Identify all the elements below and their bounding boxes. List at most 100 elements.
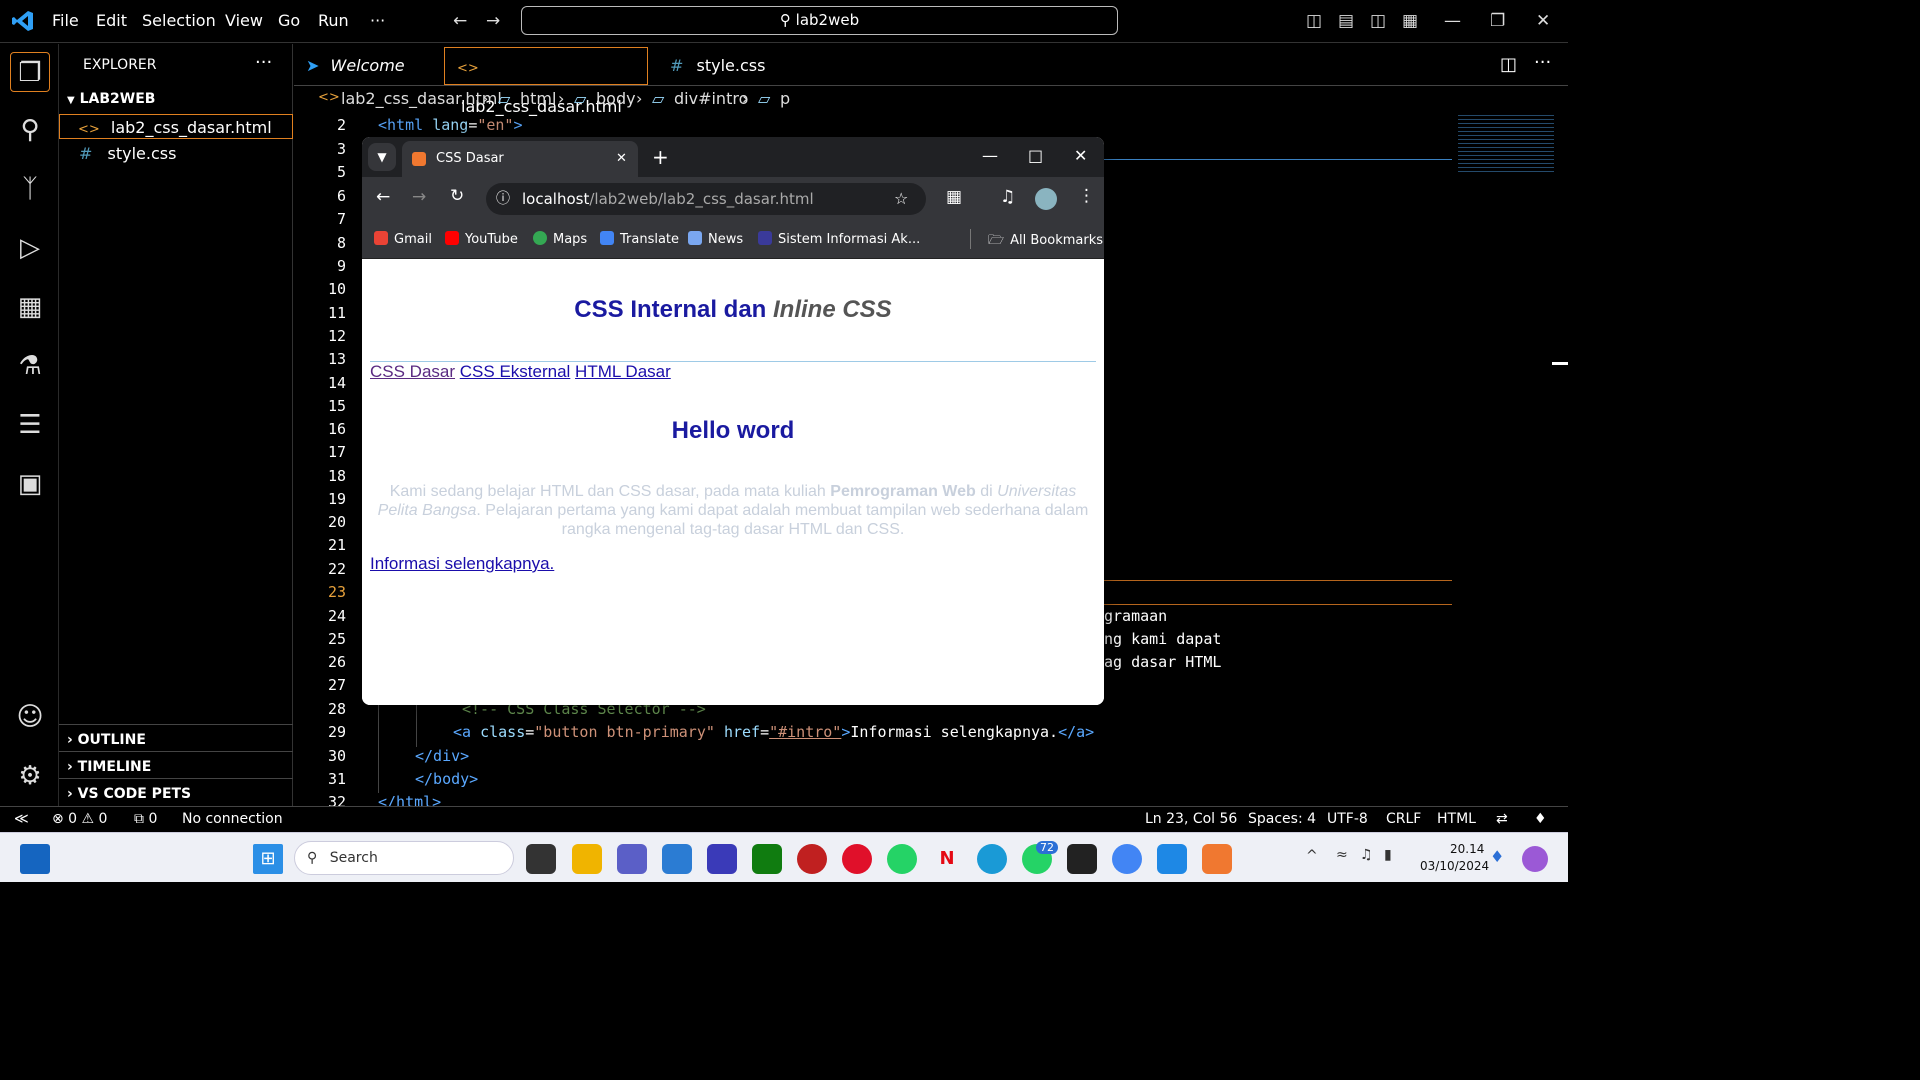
outline-section[interactable]: › OUTLINE xyxy=(59,724,293,751)
battery-icon[interactable]: ▮ xyxy=(1384,847,1392,863)
menu-go[interactable]: Go xyxy=(278,11,300,30)
address-bar[interactable]: ⓘ localhost/lab2web/lab2_css_dasar.html … xyxy=(486,183,926,215)
restore-icon[interactable]: ❐ xyxy=(1490,11,1505,31)
taskbar-search[interactable]: ⚲ Search xyxy=(294,841,514,875)
maximize-icon[interactable]: □ xyxy=(1028,146,1043,165)
toggle-sidebar-icon[interactable]: ◫ xyxy=(1306,11,1322,31)
menu-more[interactable]: ··· xyxy=(370,11,385,30)
vscode-icon[interactable] xyxy=(1157,844,1187,874)
bookmark-star-icon[interactable]: ☆ xyxy=(894,183,908,215)
close-icon[interactable]: ✕ xyxy=(1074,146,1087,165)
breadcrumb-file[interactable]: lab2_css_dasar.html xyxy=(341,89,502,108)
netflix-icon[interactable]: N xyxy=(932,844,962,874)
file-explorer-icon[interactable] xyxy=(572,844,602,874)
bookmark-gmail[interactable]: Gmail xyxy=(374,231,432,247)
edge-icon[interactable] xyxy=(977,844,1007,874)
copilot-icon[interactable] xyxy=(1522,846,1548,872)
customize-layout-icon[interactable]: ▦ xyxy=(1402,11,1418,31)
site-info-icon[interactable]: ⓘ xyxy=(496,183,510,215)
bookmark-all[interactable]: 🗁 All Bookmarks xyxy=(988,231,1103,253)
extensions-icon[interactable]: ▦ xyxy=(10,287,50,327)
breadcrumb-div[interactable]: div#intro xyxy=(674,89,748,108)
tab-search-icon[interactable]: ▼ xyxy=(368,143,396,171)
timeline-section[interactable]: › TIMELINE xyxy=(59,751,293,778)
clock-time[interactable]: 20.14 xyxy=(1450,842,1484,856)
ladybug-icon[interactable] xyxy=(797,844,827,874)
media-control-icon[interactable]: ♫ xyxy=(1000,187,1015,207)
extensions-icon[interactable]: ▦ xyxy=(946,187,962,207)
scrollbar[interactable] xyxy=(1552,362,1568,365)
task-view-icon[interactable] xyxy=(526,844,556,874)
opera-icon[interactable] xyxy=(842,844,872,874)
volume-icon[interactable]: ♫ xyxy=(1360,847,1373,863)
source-control-icon[interactable]: ᛉ xyxy=(10,169,50,209)
sync-icon[interactable]: ⇄ xyxy=(1496,811,1508,827)
notifications-icon[interactable]: ♦ xyxy=(1534,811,1547,827)
close-icon[interactable]: ✕ xyxy=(1536,11,1550,31)
back-arrow-icon[interactable]: ← xyxy=(376,187,390,207)
forward-arrow-icon[interactable]: → xyxy=(412,187,426,207)
cursor-position[interactable]: Ln 23, Col 56 xyxy=(1145,811,1237,827)
account-icon[interactable]: ☺ xyxy=(10,697,50,737)
connection-status[interactable]: No connection xyxy=(182,811,283,827)
forward-arrow-icon[interactable]: → xyxy=(486,11,500,31)
bookmark-translate[interactable]: Translate xyxy=(600,231,679,247)
reload-icon[interactable]: ↻ xyxy=(450,186,464,206)
toggle-secondary-sidebar-icon[interactable]: ◫ xyxy=(1370,11,1386,31)
file-row-css[interactable]: # style.css xyxy=(59,144,293,163)
tab-lab2-html[interactable]: <> lab2_css_dasar.html ✕ xyxy=(444,47,648,154)
search-icon[interactable]: ⚲ xyxy=(10,110,50,150)
xbox-icon[interactable] xyxy=(752,844,782,874)
close-icon[interactable]: ✕ xyxy=(616,141,627,177)
nav-link-css-eksternal[interactable]: CSS Eksternal xyxy=(460,362,571,381)
store-icon[interactable] xyxy=(662,844,692,874)
minimap[interactable] xyxy=(1458,112,1554,172)
language-mode[interactable]: HTML xyxy=(1437,811,1476,827)
indentation[interactable]: Spaces: 4 xyxy=(1248,811,1316,827)
problems-indicator[interactable]: ⊗ 0 ⚠ 0 xyxy=(52,811,107,827)
minimize-icon[interactable]: — xyxy=(1444,11,1461,31)
testing-icon[interactable]: ⚗ xyxy=(10,346,50,386)
explorer-icon[interactable]: ❐ xyxy=(10,52,50,92)
folder-row[interactable]: ▼ LAB2WEB xyxy=(59,91,293,107)
avatar[interactable] xyxy=(1035,188,1057,210)
bookmark-maps[interactable]: Maps xyxy=(533,231,587,247)
tab-style-css[interactable]: # style.css xyxy=(658,47,798,85)
menu-file[interactable]: File xyxy=(52,11,79,30)
split-editor-icon[interactable]: ◫ xyxy=(1500,54,1517,75)
figma-icon[interactable] xyxy=(1067,844,1097,874)
file-row-html[interactable]: <> lab2_css_dasar.html xyxy=(59,114,293,139)
menu-edit[interactable]: Edit xyxy=(96,11,127,30)
windows-start-icon[interactable]: ⊞ xyxy=(253,844,283,874)
command-center[interactable]: ⚲ lab2web xyxy=(521,6,1118,35)
whatsapp-business-icon[interactable] xyxy=(887,844,917,874)
minimize-icon[interactable]: — xyxy=(982,146,998,165)
more-actions-icon[interactable]: ··· xyxy=(255,52,272,73)
run-debug-icon[interactable]: ▷ xyxy=(10,228,50,268)
more-info-link[interactable]: Informasi selengkapnya. xyxy=(370,554,554,574)
bookmark-news[interactable]: News xyxy=(688,231,743,247)
nav-link-css-dasar[interactable]: CSS Dasar xyxy=(370,362,455,381)
teams-icon[interactable] xyxy=(617,844,647,874)
breadcrumb-body[interactable]: body xyxy=(596,89,636,108)
more-actions-icon[interactable]: ··· xyxy=(1534,52,1551,73)
breadcrumb-p[interactable]: p xyxy=(780,89,790,108)
chevron-up-icon[interactable]: ^ xyxy=(1306,848,1318,864)
bookmark-sistem-informasi[interactable]: Sistem Informasi Ak... xyxy=(758,231,920,247)
mysql-workbench-icon[interactable] xyxy=(707,844,737,874)
line-ending[interactable]: CRLF xyxy=(1386,811,1421,827)
bookmark-youtube[interactable]: YouTube xyxy=(445,231,518,247)
menu-view[interactable]: View xyxy=(225,11,263,30)
xampp-icon[interactable] xyxy=(1202,844,1232,874)
remote-icon[interactable]: ≪ xyxy=(14,811,29,827)
back-arrow-icon[interactable]: ← xyxy=(453,11,467,31)
notifications-icon[interactable]: ♦ xyxy=(1490,847,1504,866)
wifi-icon[interactable]: ≈ xyxy=(1336,847,1348,863)
chrome-icon[interactable] xyxy=(1112,844,1142,874)
browser-tab[interactable]: CSS Dasar ✕ xyxy=(402,141,638,177)
widgets-icon[interactable] xyxy=(20,844,50,874)
layers-icon[interactable]: ☰ xyxy=(10,405,50,445)
ports-indicator[interactable]: ⧉ 0 xyxy=(134,811,157,827)
tab-welcome[interactable]: ➤ Welcome xyxy=(294,47,440,85)
vscode-pets-section[interactable]: › VS CODE PETS xyxy=(59,778,293,805)
